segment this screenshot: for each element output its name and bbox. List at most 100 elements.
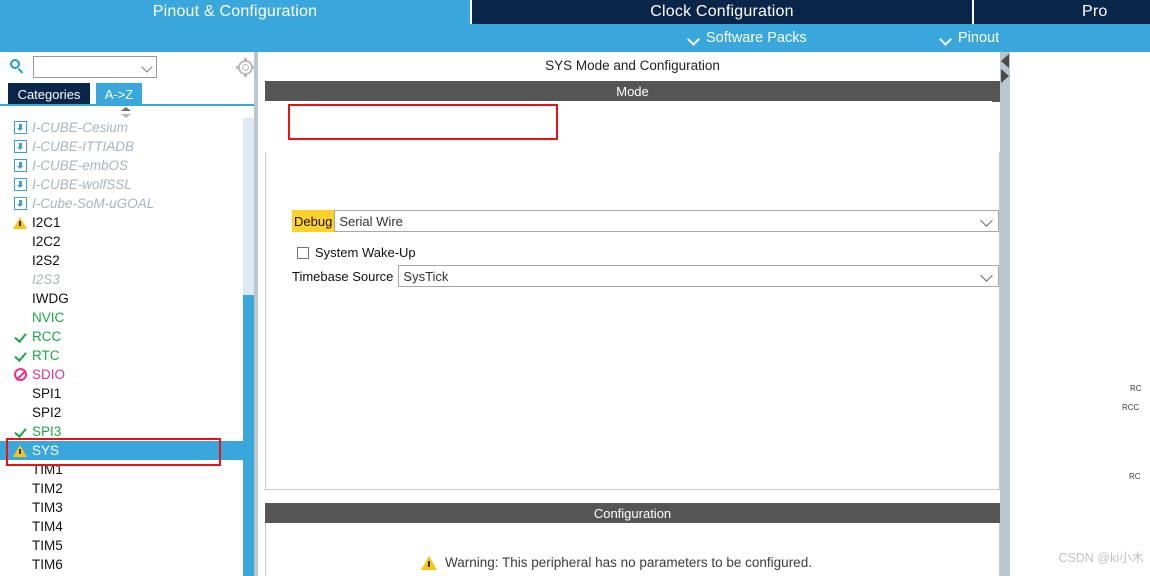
sidebar-item-i2c2[interactable]: I2C2 [0,232,243,251]
configuration-warning: Warning: This peripheral has no paramete… [421,555,812,570]
debug-select[interactable]: Serial Wire [334,210,999,232]
tab-project-manager[interactable]: Pro [974,0,1150,24]
item-icon-slot [10,384,30,403]
item-icon-slot [10,118,30,137]
mode-section-body: Debug Serial Wire System Wake-Up Timebas… [265,152,1000,490]
tab-pinout-configuration[interactable]: Pinout & Configuration [0,0,470,24]
collapse-right-icon[interactable] [1001,69,1009,83]
sidebar-item-rtc[interactable]: RTC [0,346,243,365]
sidebar-item-label: I2S2 [32,253,60,268]
collapse-left-icon[interactable] [1001,54,1009,68]
sidebar-item-label: IWDG [32,291,69,306]
sidebar-item-label: I-Cube-SoM-uGOAL [32,196,155,211]
sidebar-item-tim5[interactable]: TIM5 [0,536,243,555]
ban-icon [13,368,27,381]
sidebar-item-label: TIM6 [32,557,63,572]
item-icon-slot [10,536,30,555]
sidebar-item-sys[interactable]: SYS [0,441,243,460]
item-icon-slot [10,517,30,536]
debug-row: Debug Serial Wire [292,210,999,232]
sidebar-item-sdio[interactable]: SDIO [0,365,243,384]
section-header-mode: Mode [265,81,1000,101]
sidebar-item-iwdg[interactable]: IWDG [0,289,243,308]
sidebar-item-i-cube-cesium[interactable]: I-CUBE-Cesium [0,118,243,137]
system-wakeup-label: System Wake-Up [315,245,416,260]
sidebar-item-tim6[interactable]: TIM6 [0,555,243,574]
check-icon [14,425,27,438]
debug-selected-value: Serial Wire [339,213,403,229]
tab-label: A->Z [104,87,134,102]
menu-software-packs[interactable]: Software Packs [689,24,807,52]
peripheral-list[interactable]: I-CUBE-Cesium I-CUBE-ITTIADB I-CUBE-embOS I… [0,118,243,576]
sidebar-divider [254,52,258,576]
sidebar-scrollbar-thumb[interactable] [243,295,254,576]
item-icon-slot [10,270,30,289]
sidebar-item-nvic[interactable]: NVIC [0,308,243,327]
sidebar-item-label: RCC [32,329,62,344]
sidebar-item-i2c1[interactable]: I2C1 [0,213,243,232]
sidebar-item-label: TIM4 [32,519,63,534]
item-icon-slot [10,175,30,194]
sidebar-item-spi3[interactable]: SPI3 [0,422,243,441]
sidebar-item-rcc[interactable]: RCC [0,327,243,346]
tab-categories[interactable]: Categories [8,83,90,106]
timebase-label: Timebase Source [292,268,394,284]
warning-icon [13,444,27,457]
search-input-wrapper[interactable] [33,56,157,78]
chevron-down-icon[interactable] [976,266,998,286]
menu-pinout[interactable]: Pinout [941,24,999,52]
warning-icon [13,216,27,229]
item-icon-slot [10,346,30,365]
configuration-section-body: Warning: This peripheral has no paramete… [265,523,1000,576]
chevron-down-icon[interactable] [140,57,156,77]
system-wakeup-row[interactable]: System Wake-Up [297,245,416,260]
item-icon-slot [10,498,30,517]
sidebar-view-tabs: Categories A->Z [0,83,258,106]
panel-splitter[interactable] [1000,52,1010,576]
sidebar-item-i-cube-embos[interactable]: I-CUBE-embOS [0,156,243,175]
sidebar-item-tim3[interactable]: TIM3 [0,498,243,517]
configuration-warning-text: Warning: This peripheral has no paramete… [445,555,812,570]
tab-label: Categories [17,87,81,102]
tab-a-to-z[interactable]: A->Z [96,83,142,106]
sidebar-item-tim4[interactable]: TIM4 [0,517,243,536]
sidebar-item-tim2[interactable]: TIM2 [0,479,243,498]
search-input[interactable] [34,60,140,74]
item-icon-slot [10,289,30,308]
pin-label: RC [1130,384,1142,393]
timebase-selected-value: SysTick [403,268,449,284]
sidebar-item-label: I-CUBE-ITTIADB [32,139,135,154]
chip-pinout-view[interactable]: RC RCC RC [1010,52,1150,576]
main-tabstrip: Pinout & Configuration Clock Configurati… [0,0,1150,24]
sidebar-item-i2s2[interactable]: I2S2 [0,251,243,270]
timebase-select[interactable]: SysTick [398,265,999,287]
sidebar-item-tim1[interactable]: TIM1 [0,460,243,479]
sidebar-item-i-cube-ittiadb[interactable]: I-CUBE-ITTIADB [0,137,243,156]
tab-clock-configuration[interactable]: Clock Configuration [472,0,972,24]
list-scroll-up-indicator[interactable] [0,106,252,118]
chevron-down-icon[interactable] [976,211,998,231]
sidebar-item-i2s3[interactable]: I2S3 [0,270,243,289]
package-icon [13,121,27,134]
item-icon-slot [10,479,30,498]
sidebar-item-label: TIM3 [32,500,63,515]
system-wakeup-checkbox[interactable] [297,246,309,259]
sidebar-item-label: SPI2 [32,405,62,420]
item-icon-slot [10,213,30,232]
item-icon-slot [10,422,30,441]
sidebar-item-spi2[interactable]: SPI2 [0,403,243,422]
sidebar-item-spi1[interactable]: SPI1 [0,384,243,403]
sidebar-item-i-cube-som-ugoal[interactable]: I-Cube-SoM-uGOAL [0,194,243,213]
sidebar-item-label: I-CUBE-embOS [32,158,129,173]
secondary-menubar: Software Packs Pinout [0,24,1150,52]
sidebar-item-label: SYS [32,443,60,458]
sidebar-item-i-cube-wolfssl[interactable]: I-CUBE-wolfSSL [0,175,243,194]
item-icon-slot [10,460,30,479]
item-icon-slot [10,251,30,270]
item-icon-slot [10,232,30,251]
stm32cubemx-window: Pinout & Configuration Clock Configurati… [0,0,1150,576]
sidebar-item-label: I2C2 [32,234,61,249]
timebase-row: Timebase Source SysTick [292,265,999,287]
page-title: SYS Mode and Configuration [265,52,1000,79]
gear-icon[interactable] [236,58,255,77]
